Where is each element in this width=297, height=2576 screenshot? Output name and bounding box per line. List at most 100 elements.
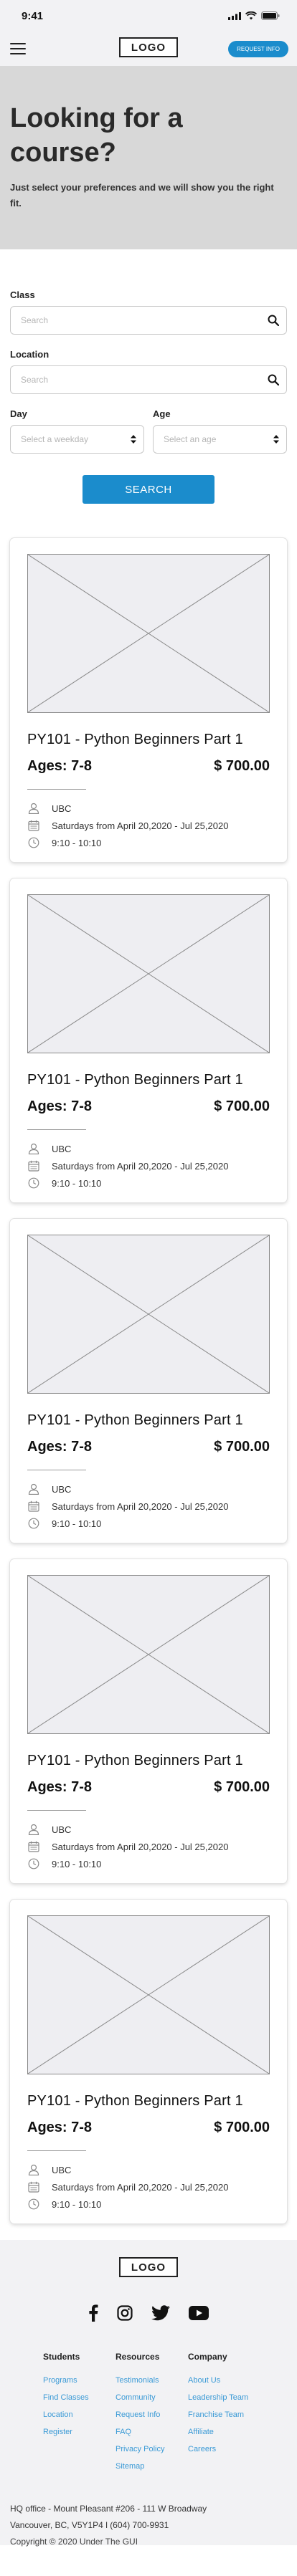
search-icon[interactable] (268, 374, 279, 386)
hamburger-menu-icon[interactable] (10, 43, 26, 54)
class-search-input[interactable] (21, 315, 268, 325)
age-label: Age (153, 408, 171, 419)
instagram-icon[interactable] (117, 2305, 133, 2321)
course-image-placeholder (27, 1235, 270, 1394)
footer-link[interactable]: Privacy Policy (116, 2441, 188, 2458)
app-header: 9:41 LOGO REQUEST INFO (0, 0, 297, 66)
hq-address-line-1: HQ office - Mount Pleasant #206 - 111 W … (10, 2504, 207, 2514)
footer-link[interactable]: Sitemap (116, 2458, 188, 2475)
calendar-icon (27, 1500, 40, 1513)
hq-address: HQ office - Mount Pleasant #206 - 111 W … (10, 2501, 287, 2534)
course-location: UBC (52, 2164, 72, 2175)
facebook-icon[interactable] (88, 2304, 98, 2322)
calendar-icon (27, 1840, 40, 1853)
course-title[interactable]: PY101 - Python Beginners Part 1 (27, 1412, 270, 1429)
youtube-icon[interactable] (189, 2306, 209, 2320)
footer-link[interactable]: Programs (43, 2372, 116, 2389)
course-list: PY101 - Python Beginners Part 1 Ages: 7-… (0, 504, 297, 2223)
wifi-icon (245, 11, 257, 20)
course-schedule: Saturdays from April 20,2020 - Jul 25,20… (52, 1160, 229, 1172)
course-time-row: 9:10 - 10:10 (27, 834, 270, 851)
course-time-row: 9:10 - 10:10 (27, 2196, 270, 2213)
request-info-button[interactable]: REQUEST INFO (228, 40, 288, 57)
twitter-icon[interactable] (151, 2305, 170, 2321)
social-links (10, 2304, 287, 2322)
user-icon (27, 1823, 40, 1836)
course-location-row: UBC (27, 1480, 270, 1498)
footer-logo[interactable]: LOGO (119, 2257, 178, 2277)
image-placeholder-icon (28, 895, 269, 1053)
course-age-price-row: Ages: 7-8 $ 700.00 (27, 1098, 270, 1115)
course-title[interactable]: PY101 - Python Beginners Part 1 (27, 2093, 270, 2110)
footer-link[interactable]: Careers (188, 2441, 260, 2458)
course-card[interactable]: PY101 - Python Beginners Part 1 Ages: 7-… (10, 1900, 287, 2223)
course-schedule-row: Saturdays from April 20,2020 - Jul 25,20… (27, 1498, 270, 1515)
course-card[interactable]: PY101 - Python Beginners Part 1 Ages: 7-… (10, 538, 287, 862)
day-label: Day (10, 408, 27, 419)
course-age-price-row: Ages: 7-8 $ 700.00 (27, 1439, 270, 1455)
footer-link[interactable]: Location (43, 2406, 116, 2423)
course-filter-form: Class Location Day Select a weekday Age … (0, 249, 297, 504)
footer-link[interactable]: Find Classes (43, 2389, 116, 2406)
course-image-placeholder (27, 1915, 270, 2074)
day-select[interactable]: Select a weekday (10, 425, 144, 454)
footer-link[interactable]: Leadership Team (188, 2389, 260, 2406)
nav-bar: LOGO REQUEST INFO (0, 32, 297, 66)
card-divider (27, 1129, 86, 1130)
user-icon (27, 1142, 40, 1155)
footer-link[interactable]: Franchise Team (188, 2406, 260, 2423)
footer-link[interactable]: Affiliate (188, 2423, 260, 2441)
location-label: Location (10, 349, 50, 360)
search-button[interactable]: SEARCH (82, 475, 214, 504)
class-label: Class (10, 289, 35, 300)
course-time-row: 9:10 - 10:10 (27, 1515, 270, 1532)
search-icon[interactable] (268, 315, 279, 326)
footer-link[interactable]: About Us (188, 2372, 260, 2389)
course-schedule-row: Saturdays from April 20,2020 - Jul 25,20… (27, 1157, 270, 1174)
course-schedule-row: Saturdays from April 20,2020 - Jul 25,20… (27, 817, 270, 834)
age-filter: Age Select an age (153, 408, 287, 454)
card-divider (27, 2150, 86, 2151)
hero-title: Looking for a course? (10, 103, 183, 168)
footer-link[interactable]: Community (116, 2389, 188, 2406)
header-logo[interactable]: LOGO (119, 37, 178, 57)
image-placeholder-icon (28, 1576, 269, 1733)
course-ages: Ages: 7-8 (27, 2120, 93, 2135)
course-schedule-row: Saturdays from April 20,2020 - Jul 25,20… (27, 2178, 270, 2196)
footer-link-columns: Students Programs Find Classes Location Regi… (10, 2352, 287, 2475)
course-schedule-row: Saturdays from April 20,2020 - Jul 25,20… (27, 1838, 270, 1855)
course-title[interactable]: PY101 - Python Beginners Part 1 (27, 732, 270, 748)
footer-link[interactable]: FAQ (116, 2423, 188, 2441)
course-time: 9:10 - 10:10 (52, 837, 102, 848)
course-age-price-row: Ages: 7-8 $ 700.00 (27, 758, 270, 775)
location-search-input[interactable] (21, 375, 268, 385)
course-schedule: Saturdays from April 20,2020 - Jul 25,20… (52, 820, 229, 831)
course-card[interactable]: PY101 - Python Beginners Part 1 Ages: 7-… (10, 1219, 287, 1543)
footer-link[interactable]: Register (43, 2423, 116, 2441)
image-placeholder-icon (28, 1916, 269, 2074)
calendar-icon (27, 1159, 40, 1172)
image-placeholder-icon (28, 1235, 269, 1393)
course-card[interactable]: PY101 - Python Beginners Part 1 Ages: 7-… (10, 878, 287, 1202)
footer-link[interactable]: Testimonials (116, 2372, 188, 2389)
course-location: UBC (52, 1143, 72, 1154)
course-title[interactable]: PY101 - Python Beginners Part 1 (27, 1753, 270, 1769)
course-image-placeholder (27, 1575, 270, 1734)
course-ages: Ages: 7-8 (27, 1098, 93, 1114)
course-price: $ 700.00 (214, 2120, 270, 2135)
course-meta: UBC Saturdays from April 20,2020 - Jul 2… (27, 2161, 270, 2213)
age-select[interactable]: Select an age (153, 425, 287, 454)
user-icon (27, 2163, 40, 2176)
course-price: $ 700.00 (214, 758, 270, 774)
calendar-icon (27, 819, 40, 832)
course-card[interactable]: PY101 - Python Beginners Part 1 Ages: 7-… (10, 1559, 287, 1883)
course-time: 9:10 - 10:10 (52, 1518, 102, 1529)
select-arrows-icon (131, 435, 136, 444)
hero-section: Looking for a course? Just select your p… (0, 66, 297, 249)
footer-link[interactable]: Request Info (116, 2406, 188, 2423)
footer-column-heading: Students (43, 2352, 80, 2362)
course-title[interactable]: PY101 - Python Beginners Part 1 (27, 1072, 270, 1088)
clock-icon (27, 1177, 40, 1189)
footer-column-resources: Resources Testimonials Community Request In… (116, 2352, 188, 2475)
course-location: UBC (52, 803, 72, 814)
